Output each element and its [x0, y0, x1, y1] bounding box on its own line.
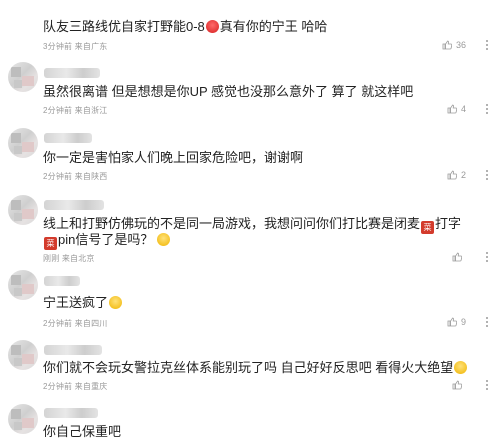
avatar[interactable] [8, 195, 38, 225]
sweat-smile-emoji-icon [454, 361, 468, 374]
laughing-emoji-icon [109, 296, 123, 309]
comment-text: 你自己保重吧 [43, 424, 122, 439]
smile-emoji-icon [157, 233, 171, 246]
username-blurred[interactable] [44, 276, 80, 286]
username-blurred[interactable] [44, 68, 100, 78]
avatar[interactable] [8, 404, 38, 434]
angry-face-emoji-icon [205, 20, 219, 33]
like-count: 4 [460, 104, 466, 114]
comment-meta: 2分钟前 来自四川 [43, 319, 108, 328]
comment-meta: 刚刚 来自北京 [43, 254, 95, 263]
avatar[interactable] [8, 340, 38, 370]
like-button[interactable]: 4 [447, 104, 466, 114]
more-options-button[interactable] [483, 252, 491, 262]
thumbs-up-icon [447, 170, 457, 180]
like-button[interactable]: 2 [447, 170, 466, 180]
username-blurred[interactable] [44, 345, 102, 355]
more-options-button[interactable] [483, 380, 491, 390]
comment-meta: 2分钟前 来自浙江 [43, 106, 108, 115]
thumbs-up-icon [442, 40, 452, 50]
thumbs-up-icon [452, 252, 462, 262]
more-options-button[interactable] [483, 170, 491, 180]
username-blurred[interactable] [44, 133, 92, 143]
username-blurred[interactable] [44, 200, 104, 210]
avatar[interactable] [8, 128, 38, 158]
like-button[interactable] [452, 252, 466, 262]
more-options-button[interactable] [483, 317, 491, 327]
comment-text: 队友三路线优自家打野能0-8 真有你的宁王 哈哈 [43, 19, 328, 34]
comment-text: 你们就不会玩女警拉克丝体系能别玩了吗 自己好好反思吧 看得火大绝望 [43, 359, 476, 377]
like-count: 36 [455, 40, 466, 50]
comment-text-line2: 菜 pin信号了是吗？ [43, 231, 476, 250]
like-button[interactable]: 36 [442, 40, 466, 50]
like-count: 9 [460, 317, 466, 327]
more-options-button[interactable] [483, 40, 491, 50]
more-options-button[interactable] [483, 104, 491, 114]
cai-badge-emoji-icon: 菜 [44, 237, 57, 250]
thumbs-up-icon [452, 380, 462, 390]
comment-text: 虽然很离谱 但是想想是你UP 感觉也没那么意外了 算了 就这样吧 [43, 84, 414, 99]
like-button[interactable] [452, 380, 466, 390]
comment-meta: 2分钟前 来自陕西 [43, 172, 108, 181]
like-button[interactable]: 9 [447, 317, 466, 327]
comment-meta: 2分钟前 来自重庆 [43, 382, 108, 391]
comment-meta: 3分钟前 来自广东 [43, 42, 108, 51]
username-blurred[interactable] [44, 408, 98, 418]
comment-text: 你一定是害怕家人们晚上回家危险吧，谢谢啊 [43, 150, 304, 165]
like-count: 2 [460, 170, 466, 180]
avatar[interactable] [8, 270, 38, 300]
avatar[interactable] [8, 62, 38, 92]
comment-text: 宁王送疯了 [43, 294, 476, 312]
thumbs-up-icon [447, 317, 457, 327]
thumbs-up-icon [447, 104, 457, 114]
